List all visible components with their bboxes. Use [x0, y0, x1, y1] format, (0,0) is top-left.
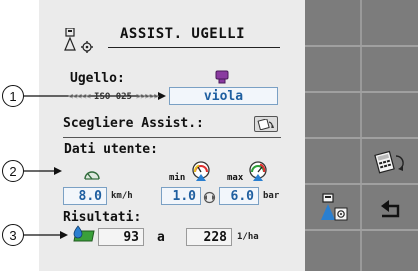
assist-label: Scegliere Assist.: [63, 116, 204, 131]
results-rate-unit: 1/ha [237, 232, 259, 242]
nozzle-settings-icon [321, 193, 348, 221]
pressure-min-gauge-icon [190, 160, 212, 186]
nozzle-label: Ugello: [70, 71, 125, 86]
user-data-label: Dati utente: [64, 142, 158, 157]
softkey-12[interactable] [365, 231, 415, 271]
softkey-7[interactable] [307, 139, 357, 185]
return-icon [381, 200, 400, 218]
nozzle-color-field[interactable]: viola [169, 87, 278, 105]
results-label: Risultati: [63, 210, 142, 225]
softkey-3[interactable] [307, 47, 357, 93]
softkey-1[interactable] [307, 0, 357, 46]
pressure-link-icon [203, 189, 216, 208]
speed-unit: km/h [111, 191, 133, 201]
assist-select-button[interactable] [254, 116, 278, 132]
nozzle-standard: <<<<< ISO 025 >>>>> [67, 92, 159, 102]
results-rate-field: 228 [186, 228, 232, 246]
header-nozzle-gear-icon [62, 27, 100, 58]
pressure-max-gauge-icon [247, 160, 269, 186]
speed-field[interactable]: 8.0 [63, 187, 107, 205]
return-softkey[interactable] [365, 185, 415, 231]
pressure-min-label: min [169, 173, 186, 183]
pressure-min-field[interactable]: 1.0 [161, 187, 201, 205]
header-divider [108, 47, 280, 48]
assist-divider [63, 137, 281, 138]
softkey-4[interactable] [365, 47, 415, 93]
results-area-field: 93 [98, 228, 144, 246]
softkey-11[interactable] [307, 231, 357, 271]
pressure-max-label: max [227, 173, 244, 183]
speed-gauge-icon [83, 165, 101, 184]
pressure-unit: bar [263, 191, 280, 201]
softkey-6[interactable] [365, 93, 415, 139]
results-drop-field-icon [70, 225, 96, 247]
softkey-sidebar [305, 0, 418, 271]
calculator-softkey[interactable] [365, 139, 415, 185]
pressure-max-field[interactable]: 6.0 [219, 187, 259, 205]
nozzle-settings-softkey[interactable] [307, 185, 357, 231]
calculator-small-icon [257, 118, 274, 130]
softkey-5[interactable] [307, 93, 357, 139]
results-area-unit: a [157, 230, 165, 245]
page-title: ASSIST. UGELLI [120, 26, 246, 42]
softkey-2[interactable] [365, 0, 415, 46]
calculator-icon [374, 150, 404, 174]
